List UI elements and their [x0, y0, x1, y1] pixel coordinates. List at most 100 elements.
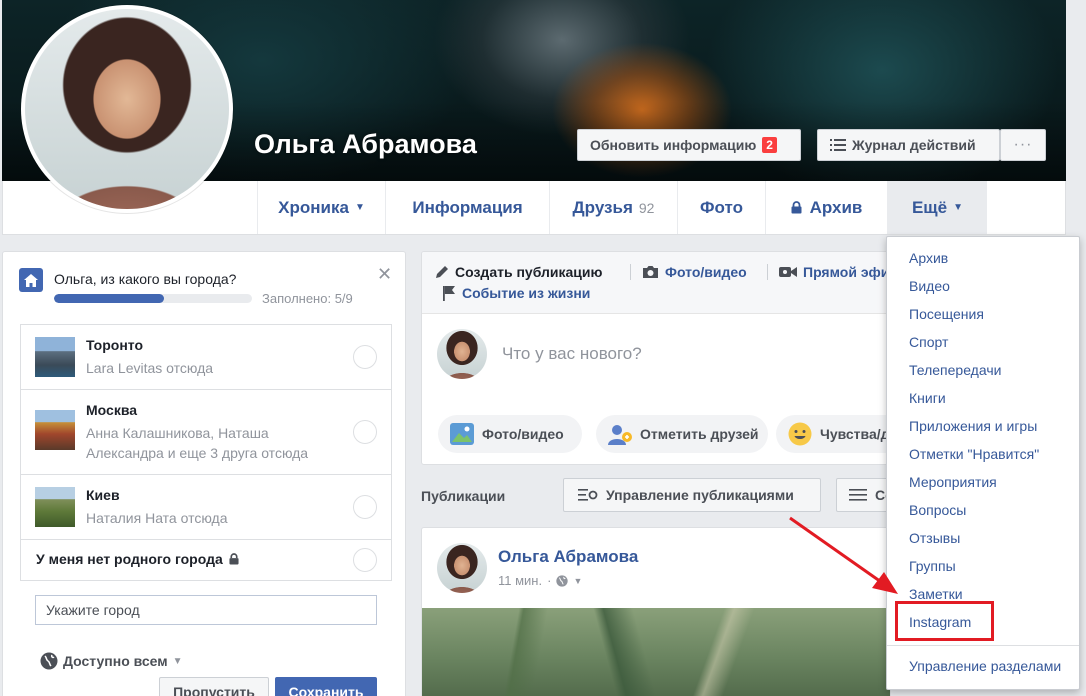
city-radio[interactable]	[353, 345, 377, 369]
home-icon	[19, 268, 43, 292]
menu-item-apps-games[interactable]: Приложения и игры	[909, 418, 1037, 434]
manage-posts-button[interactable]: Управление публикациями	[563, 478, 821, 512]
post-meta: 11 мин. · ▼	[498, 573, 582, 588]
profile-name[interactable]: Ольга Абрамова	[254, 129, 477, 160]
smiley-icon	[788, 422, 812, 446]
menu-item-video[interactable]: Видео	[909, 278, 950, 294]
tag-friends-button[interactable]: Отметить друзей	[596, 415, 768, 453]
menu-item-manage-sections[interactable]: Управление разделами	[909, 658, 1061, 674]
city-radio[interactable]	[353, 420, 377, 444]
friends-count: 92	[638, 199, 655, 216]
tab-friends[interactable]: Друзья 92	[549, 181, 677, 234]
menu-item-tv-shows[interactable]: Телепередачи	[909, 362, 1001, 378]
tab-timeline[interactable]: Хроника ▼	[257, 181, 385, 234]
post-author[interactable]: Ольга Абрамова	[498, 547, 638, 567]
composer-placeholder[interactable]: Что у вас нового?	[502, 344, 642, 364]
city-name: Киев	[86, 487, 120, 503]
skip-button[interactable]: Пропустить	[159, 677, 269, 696]
flag-icon	[442, 285, 456, 301]
feeling-label: Чувства/действия	[820, 426, 890, 442]
caret-down-icon: ▼	[953, 202, 964, 213]
progress-text: Заполнено: 5/9	[262, 291, 353, 306]
dot-separator: ·	[547, 573, 552, 588]
avatar	[437, 329, 487, 379]
hometown-prompt-card: Ольга, из какого вы города? ✕ Заполнено:…	[2, 251, 406, 696]
composer-tabs: Создать публикацию Фото/видео Прямой эфи…	[422, 252, 890, 314]
tab-live-video[interactable]: Прямой эфир	[779, 264, 890, 280]
no-hometown-label: У меня нет родного города	[36, 551, 223, 567]
menu-divider	[887, 645, 1079, 646]
tab-photos[interactable]: Фото	[677, 181, 765, 234]
feeling-button[interactable]: Чувства/действия	[776, 415, 890, 453]
caret-down-icon: ▼	[172, 655, 183, 667]
city-suggestion-list: Торонто Lara Levitas отсюда Москва Анна …	[20, 324, 392, 581]
list-item[interactable]: Москва Анна Калашникова, Наташа Александ…	[21, 390, 391, 475]
tab-friends-label: Друзья	[572, 197, 633, 217]
manage-posts-label: Управление публикациями	[606, 487, 794, 503]
save-button[interactable]: Сохранить	[275, 677, 377, 696]
more-options-button[interactable]: ···	[1000, 129, 1046, 161]
list-item[interactable]: У меня нет родного города	[21, 540, 391, 580]
settings-list-icon	[578, 488, 598, 502]
tab-more[interactable]: Ещё ▼	[887, 181, 987, 234]
menu-item-books[interactable]: Книги	[909, 390, 946, 406]
tab-life-event[interactable]: Событие из жизни	[442, 285, 590, 301]
post-photo[interactable]	[422, 608, 890, 696]
profile-picture	[25, 9, 229, 209]
lock-icon	[791, 201, 802, 214]
menu-item-questions[interactable]: Вопросы	[909, 502, 966, 518]
caret-down-icon[interactable]: ▼	[573, 576, 582, 586]
post-time[interactable]: 11 мин.	[498, 573, 542, 588]
globe-icon	[40, 652, 58, 670]
menu-item-events[interactable]: Мероприятия	[909, 474, 997, 490]
privacy-label: Доступно всем	[63, 653, 168, 669]
activity-log-button[interactable]: Журнал действий	[817, 129, 1000, 161]
list-item[interactable]: Торонто Lara Levitas отсюда	[21, 325, 391, 390]
caret-down-icon: ▼	[354, 202, 365, 213]
list-icon	[849, 488, 867, 502]
tab-timeline-label: Хроника	[278, 197, 349, 217]
activity-log-label: Журнал действий	[852, 137, 976, 153]
publications-heading: Публикации	[421, 488, 506, 504]
tab-photo-video[interactable]: Фото/видео	[642, 264, 747, 280]
menu-item-reviews[interactable]: Отзывы	[909, 530, 960, 546]
city-input[interactable]	[35, 595, 377, 625]
lock-icon	[229, 553, 239, 565]
notification-badge: 2	[762, 137, 777, 153]
city-subtitle: Наталия Ната отсюда	[86, 510, 228, 526]
tab-life-event-label: Событие из жизни	[462, 285, 591, 301]
tab-archive-label: Архив	[809, 197, 863, 217]
post-composer: Создать публикацию Фото/видео Прямой эфи…	[421, 251, 891, 465]
city-radio[interactable]	[353, 548, 377, 572]
city-thumbnail	[35, 487, 75, 527]
photo-video-button[interactable]: Фото/видео	[438, 415, 582, 453]
menu-item-archive[interactable]: Архив	[909, 250, 948, 266]
menu-item-notes[interactable]: Заметки	[909, 586, 963, 602]
privacy-selector[interactable]: Доступно всем ▼	[40, 652, 183, 670]
city-subtitle: Lara Levitas отсюда	[86, 360, 214, 376]
menu-item-groups[interactable]: Группы	[909, 558, 956, 574]
tab-more-label: Ещё	[911, 197, 948, 217]
city-name: Торонто	[86, 337, 144, 353]
menu-item-checkins[interactable]: Посещения	[909, 306, 984, 322]
list-item[interactable]: Киев Наталия Ната отсюда	[21, 475, 391, 540]
menu-item-sports[interactable]: Спорт	[909, 334, 948, 350]
tab-about-label: Информация	[412, 197, 523, 217]
close-icon[interactable]: ✕	[377, 264, 392, 285]
avatar[interactable]	[437, 543, 487, 593]
city-radio[interactable]	[353, 495, 377, 519]
tab-about[interactable]: Информация	[385, 181, 549, 234]
video-camera-icon	[779, 265, 797, 279]
profile-picture-frame[interactable]	[21, 5, 233, 213]
tab-photo-video-label: Фото/видео	[665, 264, 747, 280]
instagram-highlight-box	[895, 601, 994, 641]
city-name: Москва	[86, 402, 138, 418]
tab-create-post-label: Создать публикацию	[455, 264, 603, 280]
tab-archive[interactable]: Архив	[765, 181, 887, 234]
city-subtitle: Анна Калашникова, Наташа Александра и ещ…	[86, 425, 309, 461]
menu-item-likes[interactable]: Отметки "Нравится"	[909, 446, 1039, 462]
globe-icon[interactable]	[556, 574, 569, 587]
tab-create-post[interactable]: Создать публикацию	[435, 264, 602, 280]
update-info-button[interactable]: Обновить информацию 2	[577, 129, 801, 161]
more-dots-icon: ···	[1013, 136, 1033, 153]
